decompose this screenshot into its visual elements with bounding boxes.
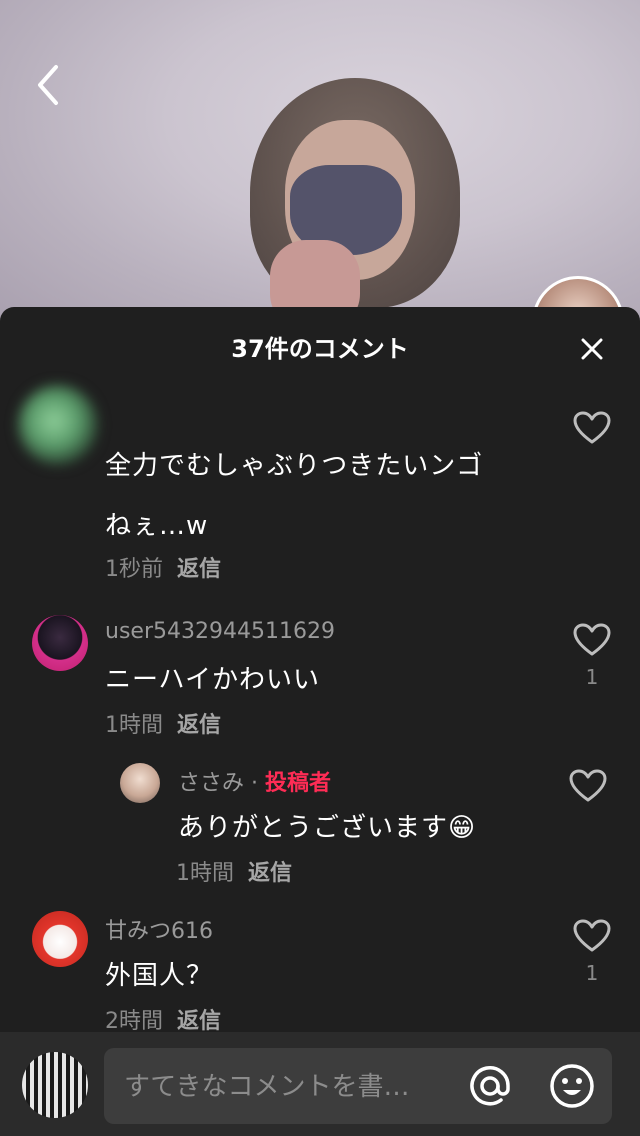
commenter-avatar[interactable] (18, 385, 98, 465)
like-button[interactable] (570, 919, 614, 957)
comment-text: ねぇ…w (105, 511, 209, 541)
comment-time: 1時間 (176, 861, 234, 886)
reply-button[interactable]: 返信 (177, 1009, 221, 1034)
like-count: 1 (585, 665, 599, 689)
heart-outline-icon (573, 623, 611, 656)
name-separator: · (244, 771, 265, 796)
reply-button[interactable]: 返信 (248, 861, 292, 886)
comments-count-title: 37件のコメント (231, 334, 409, 363)
reply-author-line: ささみ · 投稿者 (178, 765, 331, 797)
comment-composer-bar (0, 1032, 640, 1136)
author-badge: 投稿者 (265, 771, 332, 796)
comment-input-box[interactable] (104, 1048, 612, 1126)
close-button[interactable] (570, 327, 614, 371)
author-avatar[interactable] (120, 763, 160, 803)
heart-outline-icon (569, 769, 607, 802)
comment-text: ニーハイかわいい (105, 665, 320, 695)
reply-button[interactable]: 返信 (177, 557, 221, 582)
commenter-username[interactable]: ささみ (178, 771, 244, 796)
comment-meta: 1時間 返信 (176, 855, 292, 887)
like-count: 1 (585, 961, 599, 985)
comment-input[interactable] (122, 1048, 436, 1126)
close-icon (581, 338, 603, 360)
smiley-icon (550, 1064, 594, 1108)
heart-outline-icon (573, 919, 611, 952)
comment-meta: 1時間 返信 (105, 707, 221, 739)
like-button[interactable] (566, 769, 610, 807)
commenter-avatar[interactable] (32, 911, 88, 967)
comment-text: ありがとうございます😁 (178, 813, 477, 843)
at-icon (470, 1066, 510, 1106)
emoji-button[interactable] (548, 1062, 596, 1110)
comment-time: 1秒前 (105, 557, 163, 582)
video-player[interactable] (0, 0, 640, 330)
commenter-avatar[interactable] (32, 615, 88, 671)
reply-button[interactable]: 返信 (177, 713, 221, 738)
comment-meta: 1秒前 返信 (105, 551, 221, 583)
chevron-left-icon (38, 65, 58, 105)
mention-button[interactable] (466, 1062, 514, 1110)
comment-meta: 2時間 返信 (105, 1003, 221, 1035)
commenter-username[interactable]: 甘みつ616 (105, 913, 213, 945)
comment-text: 外国人？ (105, 961, 214, 991)
my-avatar[interactable] (22, 1052, 88, 1118)
like-button[interactable] (570, 411, 614, 449)
like-button[interactable] (570, 623, 614, 661)
comments-sheet: 37件のコメント 全力でむしゃぶりつきたいンゴ ねぇ…w 1秒前 返信 user5… (0, 307, 640, 1136)
comment-text: 全力でむしゃぶりつきたいンゴ (105, 451, 484, 481)
comment-time: 1時間 (105, 713, 163, 738)
commenter-username[interactable]: user5432944511629 (105, 619, 335, 644)
heart-outline-icon (573, 411, 611, 444)
comment-time: 2時間 (105, 1009, 163, 1034)
back-button[interactable] (28, 60, 68, 110)
